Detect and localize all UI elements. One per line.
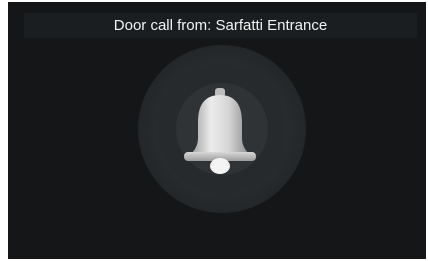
bell-icon [184, 88, 256, 174]
call-title: Door call from: Sarfatti Entrance [113, 17, 328, 34]
title-bar: Door call from: Sarfatti Entrance [24, 13, 417, 38]
page: Door call from: Sarfatti Entrance [0, 0, 428, 261]
door-call-screen: Door call from: Sarfatti Entrance [8, 2, 426, 259]
